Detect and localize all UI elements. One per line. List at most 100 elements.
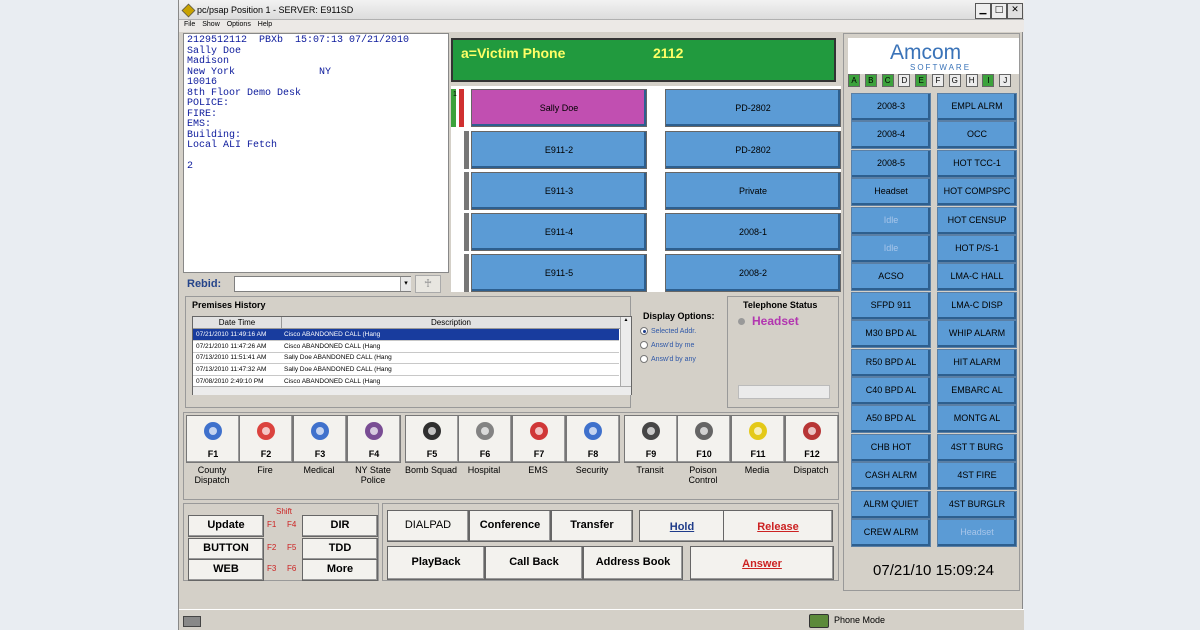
tab-h[interactable]: H (965, 74, 978, 87)
table-row[interactable]: 07/13/2010 11:47:32 AM Sally Doe ABANDONE… (193, 364, 619, 377)
radio-answd-by-any[interactable] (640, 355, 648, 363)
rebid-select[interactable] (234, 276, 411, 292)
option-selected-addr[interactable]: Selected Addr. (640, 327, 696, 335)
line-2[interactable]: E911-2 (471, 131, 647, 169)
web-button[interactable]: WEB (188, 559, 264, 581)
speed-dial-left-4[interactable]: Headset (851, 178, 931, 207)
speed-dial-right-7[interactable]: LMA-C HALL (937, 263, 1017, 292)
speed-dial-left-9[interactable]: M30 BPD AL (851, 320, 931, 349)
speed-dial-left-8[interactable]: SFPD 911 (851, 291, 931, 320)
speed-dial-left-3[interactable]: 2008-5 (851, 149, 931, 178)
line-right-4[interactable]: 2008-1 (665, 213, 841, 251)
speed-dial-left-5[interactable]: Idle (851, 206, 931, 235)
dialpad-button[interactable]: DIALPAD (387, 510, 469, 542)
speed-dial-right-13[interactable]: 4ST T BURG (937, 433, 1017, 462)
dir-button[interactable]: DIR (302, 515, 378, 537)
line-3[interactable]: E911-3 (471, 172, 647, 210)
menu-help[interactable]: Help (258, 21, 272, 28)
option-answd-by-me[interactable]: Answ'd by me (640, 341, 694, 349)
transfer-button[interactable]: Transfer (551, 510, 633, 542)
fkey-f10[interactable]: F10 (677, 415, 731, 463)
line-4[interactable]: E911-4 (471, 213, 647, 251)
table-row[interactable]: 07/21/2010 11:49:16 AM Cisco ABANDONED CA… (193, 329, 619, 341)
update-button[interactable]: Update (188, 515, 264, 537)
line-right-2[interactable]: PD-2802 (665, 131, 841, 169)
release-button[interactable]: Release (723, 510, 833, 542)
tab-i[interactable]: I (982, 74, 995, 87)
tab-j[interactable]: J (999, 74, 1012, 87)
fkey-f5[interactable]: F5 (405, 415, 459, 463)
speed-dial-left-11[interactable]: C40 BPD AL (851, 377, 931, 405)
speed-dial-right-3[interactable]: HOT TCC-1 (937, 149, 1017, 178)
speed-dial-left-14[interactable]: CASH ALRM (851, 462, 931, 491)
tab-b[interactable]: B (864, 74, 877, 87)
speed-dial-right-5[interactable]: HOT CENSUP (937, 206, 1017, 235)
fkey-f1[interactable]: F1 (186, 415, 240, 463)
fkey-f8[interactable]: F8 (566, 415, 620, 463)
address-book-button[interactable]: Address Book (583, 546, 683, 580)
speed-dial-right-9[interactable]: WHIP ALARM (937, 320, 1017, 349)
scroll-up-icon[interactable]: ▲ (621, 317, 631, 323)
radio-answd-by-me[interactable] (640, 341, 648, 349)
line-right-5[interactable]: 2008-2 (665, 254, 841, 292)
tab-c[interactable]: C (881, 74, 894, 87)
speed-dial-left-2[interactable]: 2008-4 (851, 121, 931, 150)
tab-g[interactable]: G (948, 74, 961, 87)
line-5[interactable]: E911-5 (471, 254, 647, 292)
speed-dial-right-6[interactable]: HOT P/S-1 (937, 235, 1017, 263)
table-row[interactable]: 07/21/2010 11:47:26 AM Cisco ABANDONED CA… (193, 341, 619, 353)
more-button[interactable]: More (302, 559, 378, 581)
table-row[interactable]: 07/13/2010 11:51:41 AM Sally Doe ABANDONE… (193, 352, 619, 365)
close-button[interactable]: ✕ (1007, 3, 1023, 19)
speed-dial-right-8[interactable]: LMA-C DISP (937, 291, 1017, 320)
speed-dial-left-1[interactable]: 2008-3 (851, 93, 931, 121)
tab-a[interactable]: A (848, 74, 860, 87)
speed-dial-right-10[interactable]: HIT ALARM (937, 348, 1017, 377)
tab-e[interactable]: E (915, 74, 928, 87)
fkey-f12[interactable]: F12 (785, 415, 839, 463)
button-button[interactable]: BUTTON (188, 538, 264, 560)
speed-dial-right-1[interactable]: EMPL ALRM (937, 93, 1017, 121)
conference-button[interactable]: Conference (469, 510, 551, 542)
speed-dial-left-7[interactable]: ACSO (851, 263, 931, 292)
tdd-button[interactable]: TDD (302, 538, 378, 560)
callback-button[interactable]: Call Back (485, 546, 583, 580)
rebid-button[interactable]: ♰ (415, 275, 441, 293)
tab-d[interactable]: D (898, 74, 911, 87)
menu-file[interactable]: File (184, 21, 195, 28)
option-answd-by-any[interactable]: Answ'd by any (640, 355, 696, 363)
speed-dial-left-13[interactable]: CHB HOT (851, 433, 931, 462)
speed-dial-left-10[interactable]: R50 BPD AL (851, 348, 931, 377)
speed-dial-right-15[interactable]: 4ST BURGLR (937, 490, 1017, 519)
hold-button[interactable]: Hold (639, 510, 725, 542)
line-1[interactable]: Sally Doe (471, 89, 647, 127)
speed-dial-right-11[interactable]: EMBARC AL (937, 377, 1017, 405)
speed-dial-right-16[interactable]: Headset (937, 519, 1017, 547)
fkey-f6[interactable]: F6 (458, 415, 512, 463)
fkey-f4[interactable]: F4 (347, 415, 401, 463)
playback-button[interactable]: PlayBack (387, 546, 485, 580)
speed-dial-left-12[interactable]: A50 BPD AL (851, 405, 931, 434)
speed-dial-left-15[interactable]: ALRM QUIET (851, 490, 931, 519)
line-right-1[interactable]: PD-2802 (665, 89, 841, 127)
menu-options[interactable]: Options (227, 21, 251, 28)
maximize-button[interactable]: □ (991, 3, 1007, 19)
minimize-button[interactable]: ▁ (975, 3, 991, 19)
fkey-f2[interactable]: F2 (239, 415, 293, 463)
speed-dial-right-14[interactable]: 4ST FIRE (937, 462, 1017, 491)
line-right-3[interactable]: Private (665, 172, 841, 210)
tab-f[interactable]: F (932, 74, 944, 87)
speed-dial-left-6[interactable]: Idle (851, 235, 931, 263)
speed-dial-right-4[interactable]: HOT COMPSPC (937, 178, 1017, 207)
rebid-dropdown-icon[interactable]: ▾ (400, 277, 411, 291)
history-vscroll[interactable]: ▲ ▼ (620, 317, 631, 392)
history-hscroll[interactable] (193, 386, 631, 395)
speed-dial-right-12[interactable]: MONTG AL (937, 405, 1017, 434)
speed-dial-right-2[interactable]: OCC (937, 121, 1017, 150)
menu-show[interactable]: Show (202, 21, 220, 28)
fkey-f11[interactable]: F11 (731, 415, 785, 463)
fkey-f9[interactable]: F9 (624, 415, 678, 463)
radio-selected-addr[interactable] (640, 327, 648, 335)
fkey-f3[interactable]: F3 (293, 415, 347, 463)
speed-dial-left-16[interactable]: CREW ALRM (851, 519, 931, 547)
